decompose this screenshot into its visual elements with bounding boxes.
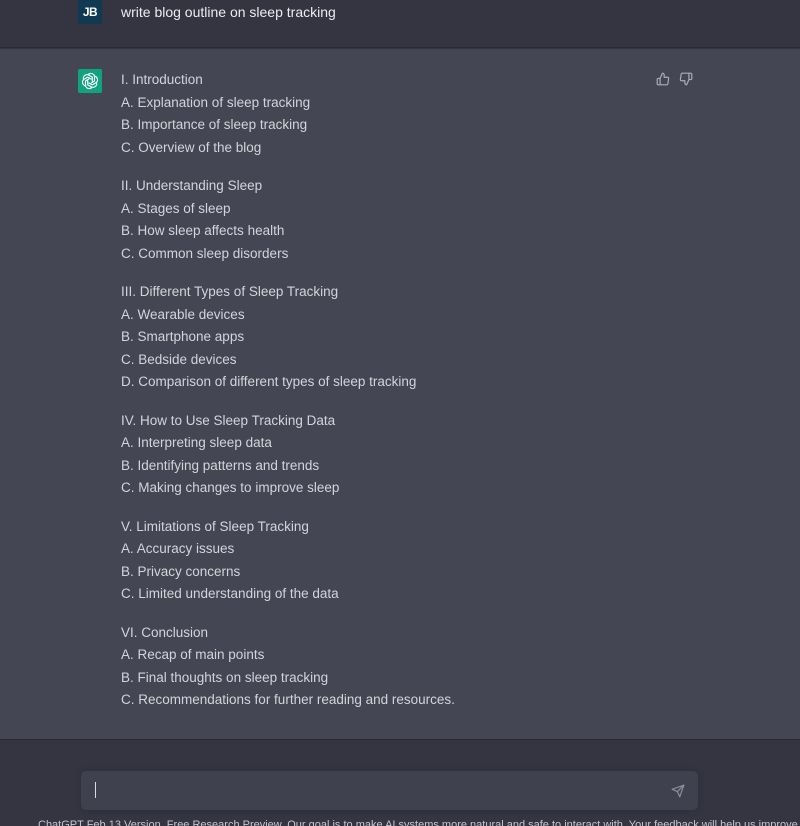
outline-section: I. Introduction A. Explanation of sleep … [121, 69, 621, 159]
assistant-response: I. Introduction A. Explanation of sleep … [121, 69, 621, 728]
user-avatar: JB [78, 0, 102, 24]
section-item: C. Bedside devices [121, 351, 237, 367]
send-button[interactable] [670, 783, 686, 799]
section-item: C. Overview of the blog [121, 139, 262, 155]
outline-section: V. Limitations of Sleep Tracking A. Accu… [121, 516, 621, 606]
section-item: A. Wearable devices [121, 306, 245, 322]
section-item: C. Recommendations for further reading a… [121, 692, 455, 707]
section-heading: V. Limitations of Sleep Tracking [121, 518, 309, 534]
footer-disclaimer: ChatGPT Feb 13 Version. Free Research Pr… [38, 819, 800, 826]
thumbs-up-icon [656, 72, 669, 85]
outline-section: VI. Conclusion A. Recap of main points B… [121, 622, 621, 712]
assistant-message-row: I. Introduction A. Explanation of sleep … [0, 49, 800, 740]
section-item: A. Stages of sleep [121, 200, 231, 216]
section-item: B. Identifying patterns and trends [121, 457, 320, 473]
thumbs-down-button[interactable] [678, 71, 693, 86]
user-avatar-initials: JB [82, 5, 98, 19]
outline-section: II. Understanding Sleep A. Stages of sle… [121, 175, 621, 265]
section-item: C. Limited understanding of the data [121, 586, 339, 601]
section-item: A. Recap of main points [121, 647, 265, 662]
section-item: A. Accuracy issues [121, 541, 235, 556]
section-item: B. Importance of sleep tracking [121, 117, 308, 132]
outline-section: III. Different Types of Sleep Tracking A… [121, 281, 621, 394]
section-item: C. Making changes to improve sleep [121, 480, 340, 495]
section-item: B. Final thoughts on sleep tracking [121, 669, 329, 685]
section-item: B. Smartphone apps [121, 329, 245, 344]
message-input[interactable] [93, 779, 653, 801]
message-composer [81, 771, 698, 810]
section-heading: II. Understanding Sleep [121, 178, 263, 193]
text-caret [95, 782, 96, 798]
composer-area: ChatGPT Feb 13 Version. Free Research Pr… [0, 741, 800, 826]
section-heading: VI. Conclusion [121, 624, 209, 640]
openai-logo-icon [81, 72, 99, 90]
section-heading: III. Different Types of Sleep Tracking [121, 284, 339, 299]
assistant-avatar [78, 69, 102, 93]
outline-section: IV. How to Use Sleep Tracking Data A. In… [121, 410, 621, 500]
user-message-row: JB write blog outline on sleep tracking [0, 0, 800, 48]
thumbs-up-button[interactable] [655, 71, 670, 86]
section-item: D. Comparison of different types of slee… [121, 374, 417, 389]
section-item: B. How sleep affects health [121, 223, 285, 238]
section-heading: IV. How to Use Sleep Tracking Data [121, 412, 336, 428]
user-message-text: write blog outline on sleep tracking [121, 4, 336, 20]
section-heading: I. Introduction [121, 72, 203, 87]
section-item: B. Privacy concerns [121, 563, 241, 579]
feedback-buttons [655, 71, 693, 86]
send-icon [671, 784, 685, 798]
chat-page: JB write blog outline on sleep tracking … [0, 0, 800, 826]
thumbs-down-icon [679, 72, 692, 85]
section-item: C. Common sleep disorders [121, 245, 289, 261]
section-item: A. Explanation of sleep tracking [121, 94, 311, 110]
section-item: A. Interpreting sleep data [121, 435, 272, 450]
